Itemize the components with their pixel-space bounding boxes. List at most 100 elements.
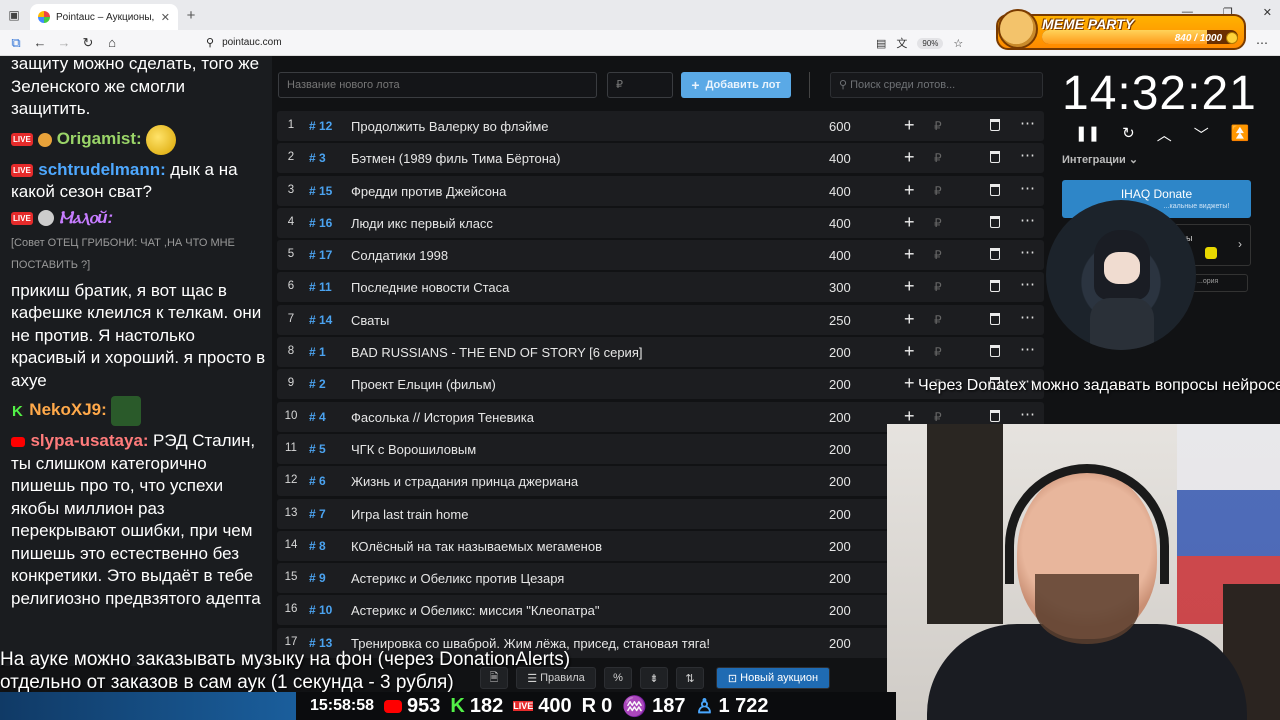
add-amount-icon[interactable]: + (904, 212, 915, 233)
more-options-icon[interactable]: ⋯ (1020, 114, 1035, 132)
add-amount-icon[interactable]: + (904, 276, 915, 297)
lot-row[interactable]: 6 # 11 Последние новости Стаса 300 + ₽ ⋯ (277, 272, 1044, 303)
sort-icon[interactable]: ⇅ (676, 667, 704, 689)
lot-name[interactable]: Продолжить Валерку во флэйме (351, 119, 548, 134)
lot-name[interactable]: Фредди против Джейсона (351, 184, 506, 199)
trash-icon[interactable] (990, 312, 1000, 325)
translate-icon[interactable]: 文 (896, 35, 907, 51)
lot-name[interactable]: Астерикс и Обеликс: миссия "Клеопатра" (351, 603, 600, 618)
more-options-icon[interactable]: ⋯ (1020, 179, 1035, 197)
currency-icon[interactable]: ₽ (934, 151, 942, 165)
lot-name[interactable]: Солдатики 1998 (351, 248, 448, 263)
new-tab-icon[interactable]: + (178, 7, 204, 24)
lot-index: 15 (284, 571, 298, 584)
currency-icon[interactable]: ₽ (934, 184, 942, 198)
currency-icon[interactable]: ₽ (934, 119, 942, 133)
more-options-icon[interactable]: ⋯ (1020, 340, 1035, 358)
lot-name[interactable]: Бэтмен (1989 филь Тима Бёртона) (351, 151, 560, 166)
browser-tab[interactable]: Pointauc – Аукционы, лотереи ✕ (30, 4, 178, 30)
lot-row[interactable]: 3 # 15 Фредди против Джейсона 400 + ₽ ⋯ (277, 175, 1044, 206)
add-amount-icon[interactable]: + (904, 309, 915, 330)
split-icon[interactable]: ⇟ (640, 667, 668, 689)
forward-icon[interactable]: → (52, 35, 76, 50)
trash-icon[interactable] (990, 215, 1000, 228)
tab-actions-icon[interactable]: ▣ (0, 0, 28, 30)
trash-icon[interactable] (990, 280, 1000, 293)
lot-name[interactable]: ЧГК с Ворошиловым (351, 442, 476, 457)
back-icon[interactable]: ← (28, 35, 52, 50)
more-options-icon[interactable]: ⋯ (1020, 211, 1035, 229)
lot-name[interactable]: Астерикс и Обеликс против Цезаря (351, 571, 564, 586)
url-field[interactable]: ⚲ pointauc.com (206, 36, 282, 49)
chevron-down-icon[interactable]: ﹀ (1194, 124, 1209, 145)
lot-name[interactable]: Сваты (351, 313, 389, 328)
close-tab-icon[interactable]: ✕ (161, 11, 170, 24)
zoom-level[interactable]: 90% (917, 37, 944, 49)
reader-view-icon[interactable]: ▤ (876, 37, 886, 50)
add-amount-icon[interactable]: + (904, 244, 915, 265)
add-amount-icon[interactable]: + (904, 115, 915, 136)
lot-name[interactable]: Проект Ельцин (фильм) (351, 377, 496, 392)
lot-name[interactable]: Игра last train home (351, 507, 468, 522)
site-info-icon[interactable]: ⚲ (206, 36, 214, 49)
add-amount-icon[interactable]: + (904, 147, 915, 168)
sidebar-toggle-icon[interactable]: ⧉ (4, 35, 28, 51)
more-options-icon[interactable]: ⋯ (1020, 146, 1035, 164)
search-lots-input[interactable]: ⚲ Поиск среди лотов... (830, 72, 1043, 98)
lot-amount: 200 (829, 377, 851, 393)
coin-icon (1226, 32, 1238, 44)
lot-name[interactable]: Фасолька // История Теневика (351, 410, 534, 425)
trash-icon[interactable] (990, 151, 1000, 164)
more-options-icon[interactable]: ⋯ (1020, 275, 1035, 293)
trash-icon[interactable] (990, 119, 1000, 131)
add-amount-icon[interactable]: + (904, 180, 915, 201)
new-lot-input[interactable]: Название нового лота (278, 72, 597, 98)
lot-row[interactable]: 7 # 14 Сваты 250 + ₽ ⋯ (277, 304, 1044, 335)
currency-icon[interactable]: ₽ (934, 345, 942, 359)
lot-amount: 400 (829, 215, 851, 231)
avatar-body (1090, 298, 1154, 350)
lot-amount-input[interactable]: ₽ (607, 72, 673, 98)
lot-name[interactable]: Жизнь и страдания принца джериана (351, 474, 578, 489)
lot-name[interactable]: КОлёсный на так называемых мегаменов (351, 539, 602, 554)
more-options-icon[interactable]: ⋯ (1020, 405, 1035, 423)
lot-row[interactable]: 2 # 3 Бэтмен (1989 филь Тима Бёртона) 400 + ₽… (277, 143, 1044, 174)
reload-icon[interactable]: ↻ (76, 35, 100, 51)
add-lot-button[interactable]: + Добавить лот (681, 72, 791, 98)
vk-live-icon: LIVE (513, 701, 534, 711)
lot-row[interactable]: 1 # 12 Продолжить Валерку во флэйме 600 + ₽ ⋯ (277, 111, 1044, 141)
trash-icon[interactable] (990, 345, 1000, 358)
more-options-icon[interactable]: ⋯ (1020, 243, 1035, 261)
currency-icon[interactable]: ₽ (934, 313, 942, 327)
pause-icon[interactable]: ❚❚ (1075, 124, 1100, 145)
lot-name[interactable]: Последние новости Стаса (351, 280, 509, 295)
lot-name[interactable]: Люди икс первый класс (351, 216, 493, 231)
lot-name[interactable]: BAD RUSSIANS - THE END OF STORY [6 серия… (351, 345, 642, 360)
lot-row[interactable]: 8 # 1 BAD RUSSIANS - THE END OF STORY [6 с… (277, 337, 1044, 368)
trash-icon[interactable] (990, 409, 1000, 422)
trash-icon[interactable] (990, 183, 1000, 196)
integrations-dropdown[interactable]: Интеграции ⌄ (1062, 153, 1138, 166)
close-window-icon[interactable]: ✕ (1263, 6, 1272, 19)
percent-icon[interactable]: % (604, 667, 632, 689)
lot-row[interactable]: 4 # 16 Люди икс первый класс 400 + ₽ ⋯ (277, 207, 1044, 238)
currency-icon[interactable]: ₽ (934, 248, 942, 262)
doge-avatar-icon (998, 9, 1038, 49)
add-amount-icon[interactable]: + (904, 341, 915, 362)
home-icon[interactable]: ⌂ (100, 35, 124, 50)
lot-row[interactable]: 5 # 17 Солдатики 1998 400 + ₽ ⋯ (277, 240, 1044, 271)
browser-menu-icon[interactable]: ⋯ (1256, 36, 1268, 50)
lot-index: 11 (285, 441, 297, 454)
new-auction-button[interactable]: ⊡ Новый аукцион (716, 667, 830, 689)
currency-icon[interactable]: ₽ (934, 216, 942, 230)
trash-icon[interactable] (990, 248, 1000, 261)
more-options-icon[interactable]: ⋯ (1020, 308, 1035, 326)
add-amount-icon[interactable]: + (904, 373, 915, 394)
currency-icon[interactable]: ₽ (934, 410, 942, 424)
reset-icon[interactable]: ↻ (1122, 124, 1135, 145)
favorite-star-icon[interactable]: ☆ (953, 37, 963, 50)
double-chevron-up-icon[interactable]: ⏫ (1231, 124, 1250, 145)
lot-amount: 200 (829, 409, 851, 425)
chevron-up-icon[interactable]: ︿ (1157, 124, 1172, 145)
currency-icon[interactable]: ₽ (934, 280, 942, 294)
